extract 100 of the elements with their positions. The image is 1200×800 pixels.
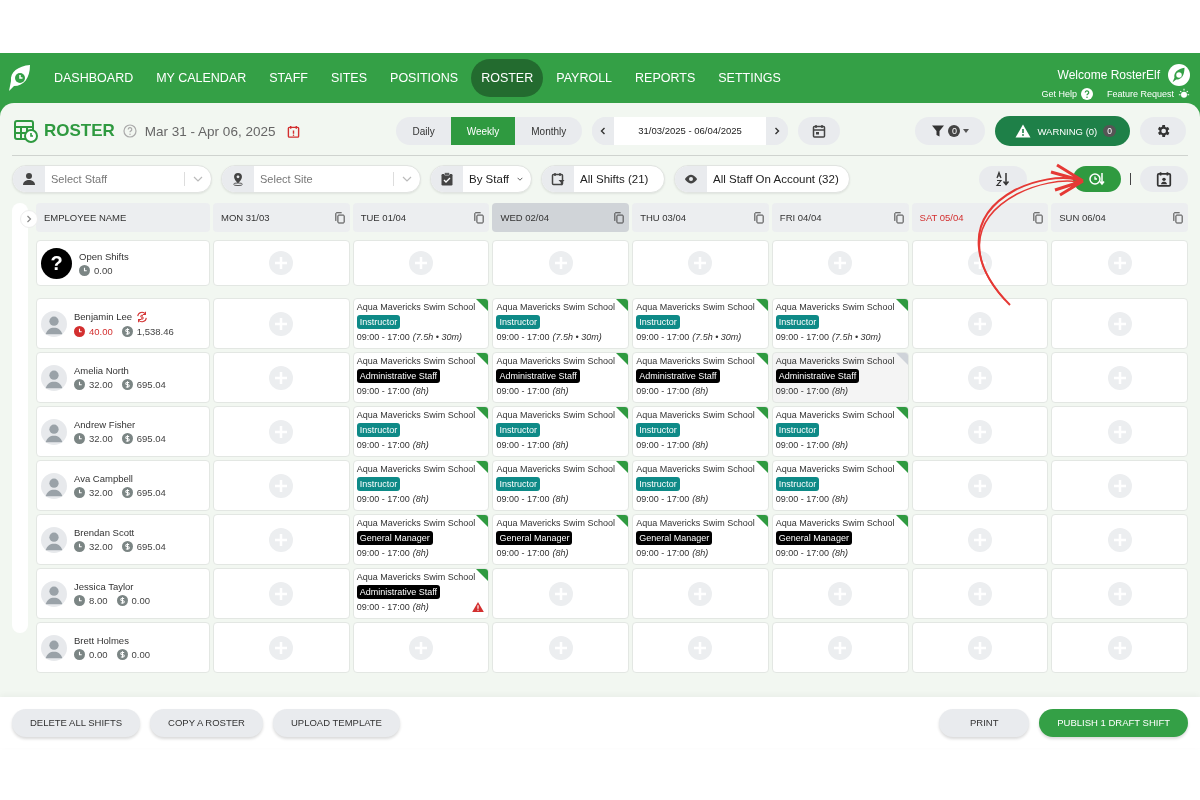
empty-shift-cell[interactable]: [911, 240, 1049, 286]
site-select[interactable]: Select Site: [221, 165, 421, 193]
employee-card[interactable]: Andrew Fisher 32.00 695.04: [36, 406, 210, 457]
empty-shift-cell[interactable]: [911, 460, 1049, 511]
empty-shift-cell[interactable]: [352, 240, 490, 286]
copy-icon[interactable]: [1173, 211, 1183, 224]
copy-icon[interactable]: [614, 211, 625, 224]
calendar-alert-icon[interactable]: [287, 124, 301, 138]
shift-card[interactable]: Aqua Mavericks Swim School Instructor 09:00 - 17:00 (8h): [632, 406, 769, 457]
shift-card[interactable]: Aqua Mavericks Swim School Instructor 09:00 - 17:00 (8h): [771, 460, 909, 511]
staff-scope-dropdown[interactable]: All Staff On Account (32): [674, 165, 850, 193]
lightbulb-icon[interactable]: [1178, 88, 1190, 100]
copy-icon[interactable]: [893, 211, 904, 224]
shift-card[interactable]: Aqua Mavericks Swim School Instructor 09:00 - 17:00 (7.5h • 30m): [492, 298, 630, 349]
shift-card[interactable]: Aqua Mavericks Swim School General Manager 09:00 - 17:00 (8h): [492, 514, 630, 565]
help-icon[interactable]: [1080, 88, 1093, 100]
day-header[interactable]: SUN 06/04: [1051, 203, 1188, 232]
employee-card[interactable]: Brett Holmes 0.00 0.00: [36, 622, 210, 673]
copy-icon[interactable]: [1033, 211, 1044, 224]
shift-card[interactable]: Aqua Mavericks Swim School Instructor 09:00 - 17:00 (7.5h • 30m): [771, 298, 909, 349]
staff-select[interactable]: Select Staff: [12, 165, 212, 193]
empty-shift-cell[interactable]: [492, 240, 630, 286]
empty-shift-cell[interactable]: [1051, 352, 1188, 403]
chevron-down-icon[interactable]: [402, 176, 412, 182]
empty-shift-cell[interactable]: [911, 298, 1049, 349]
empty-shift-cell[interactable]: [1051, 568, 1188, 619]
shift-card[interactable]: Aqua Mavericks Swim School General Manager 09:00 - 17:00 (8h): [352, 514, 490, 565]
shift-card[interactable]: Aqua Mavericks Swim School General Manager 09:00 - 17:00 (8h): [771, 514, 909, 565]
empty-shift-cell[interactable]: [492, 622, 630, 673]
empty-shift-cell[interactable]: [352, 622, 490, 673]
shift-card[interactable]: Aqua Mavericks Swim School Administrative Staff 09:00 - 17:00 (8h): [352, 352, 490, 403]
empty-shift-cell[interactable]: [771, 568, 909, 619]
empty-shift-cell[interactable]: [1051, 514, 1188, 565]
shift-card[interactable]: Aqua Mavericks Swim School Instructor 09:00 - 17:00 (8h): [352, 460, 490, 511]
copy-icon[interactable]: [474, 211, 485, 224]
day-header[interactable]: TUE 01/04: [352, 203, 490, 232]
filter-button[interactable]: 0: [915, 117, 986, 145]
view-tab[interactable]: Monthly: [515, 117, 583, 145]
employee-card[interactable]: Jessica Taylor 8.00 0.00: [36, 568, 210, 619]
date-range-field[interactable]: 31/03/2025 - 06/04/2025: [614, 117, 766, 145]
logo-icon[interactable]: [8, 63, 32, 93]
view-tab[interactable]: Weekly: [450, 117, 516, 145]
empty-shift-cell[interactable]: [213, 298, 350, 349]
empty-shift-cell[interactable]: [1051, 622, 1188, 673]
employee-name[interactable]: Amelia North: [74, 365, 129, 376]
print-button[interactable]: PRINT: [939, 708, 1030, 737]
empty-shift-cell[interactable]: [632, 622, 769, 673]
empty-shift-cell[interactable]: [1051, 406, 1188, 457]
day-header[interactable]: MON 31/03: [213, 203, 350, 232]
empty-shift-cell[interactable]: [213, 406, 350, 457]
day-header[interactable]: WED 02/04: [492, 203, 630, 232]
account-logo-icon[interactable]: [1168, 64, 1190, 86]
employee-card[interactable]: Amelia North 32.00 695.04: [36, 352, 210, 403]
employee-name[interactable]: Jessica Taylor: [74, 581, 134, 592]
day-header[interactable]: FRI 04/04: [771, 203, 909, 232]
employee-name[interactable]: Andrew Fisher: [74, 419, 136, 430]
footer-button[interactable]: DELETE ALL SHIFTS: [12, 708, 141, 737]
empty-shift-cell[interactable]: [771, 622, 909, 673]
empty-shift-cell[interactable]: [771, 240, 909, 286]
day-header[interactable]: THU 03/04: [632, 203, 769, 232]
empty-shift-cell[interactable]: [632, 240, 769, 286]
empty-shift-cell[interactable]: [213, 622, 350, 673]
site-search-input[interactable]: Select Site: [254, 172, 393, 186]
employee-card[interactable]: Brendan Scott 32.00 695.04: [36, 514, 210, 565]
nav-tab[interactable]: ROSTER: [471, 59, 544, 97]
shift-card[interactable]: Aqua Mavericks Swim School Instructor 09:00 - 17:00 (8h): [352, 406, 490, 457]
group-by-dropdown[interactable]: By Staff: [430, 165, 532, 193]
empty-shift-cell[interactable]: [911, 568, 1049, 619]
empty-shift-cell[interactable]: [1051, 460, 1188, 511]
shift-card[interactable]: Aqua Mavericks Swim School Instructor 09:00 - 17:00 (8h): [492, 406, 630, 457]
calendar-staff-button[interactable]: [1140, 166, 1188, 192]
shift-card[interactable]: Aqua Mavericks Swim School Instructor 09:00 - 17:00 (7.5h • 30m): [632, 298, 769, 349]
empty-shift-cell[interactable]: [632, 568, 769, 619]
footer-button[interactable]: COPY A ROSTER: [150, 708, 263, 737]
empty-shift-cell[interactable]: [911, 352, 1049, 403]
employee-card[interactable]: Benjamin Lee 40.00 1,538.46: [36, 298, 210, 349]
empty-shift-cell[interactable]: [213, 352, 350, 403]
day-header[interactable]: SAT 05/04: [911, 203, 1049, 232]
shift-card[interactable]: Aqua Mavericks Swim School Administrative Staff 09:00 - 17:00 (8h): [771, 352, 909, 403]
empty-shift-cell[interactable]: [911, 514, 1049, 565]
empty-shift-cell[interactable]: [1051, 298, 1188, 349]
copy-icon[interactable]: [753, 211, 764, 224]
shift-card[interactable]: Aqua Mavericks Swim School General Manager 09:00 - 17:00 (8h): [632, 514, 769, 565]
shifts-dropdown[interactable]: All Shifts (21): [541, 165, 665, 193]
empty-shift-cell[interactable]: [213, 514, 350, 565]
empty-shift-cell[interactable]: [213, 568, 350, 619]
shift-card[interactable]: Aqua Mavericks Swim School Instructor 09:00 - 17:00 (8h): [771, 406, 909, 457]
empty-shift-cell[interactable]: [492, 568, 630, 619]
sort-alphabetical-button[interactable]: [979, 166, 1027, 192]
copy-icon[interactable]: [334, 211, 345, 224]
empty-shift-cell[interactable]: [213, 460, 350, 511]
expand-button[interactable]: [20, 210, 38, 228]
footer-button[interactable]: UPLOAD TEMPLATE: [272, 708, 400, 737]
chevron-down-icon[interactable]: [193, 176, 203, 182]
employee-name[interactable]: Ava Campbell: [74, 473, 133, 484]
empty-shift-cell[interactable]: [911, 622, 1049, 673]
empty-shift-cell[interactable]: [1051, 240, 1188, 286]
shift-card[interactable]: Aqua Mavericks Swim School Instructor 09:00 - 17:00 (8h): [632, 460, 769, 511]
shift-card[interactable]: Aqua Mavericks Swim School Administrative Staff 09:00 - 17:00 (8h): [492, 352, 630, 403]
empty-shift-cell[interactable]: [911, 406, 1049, 457]
